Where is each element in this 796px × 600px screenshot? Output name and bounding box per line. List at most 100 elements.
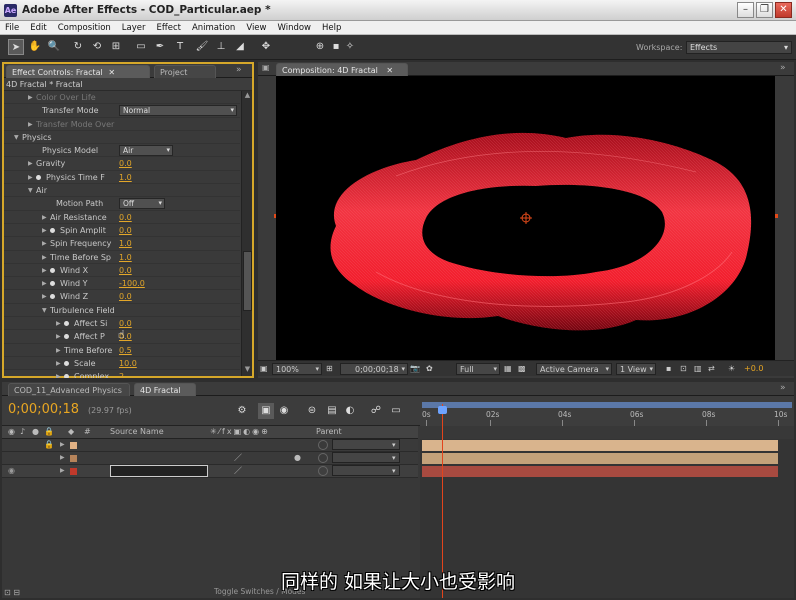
pick-whip-icon[interactable] — [318, 466, 328, 476]
graph-editor-icon[interactable]: ☍ — [368, 403, 384, 419]
property-row[interactable]: ▶ Wind X 0.0 — [4, 264, 240, 278]
pan-behind-tool-icon[interactable]: ⊞ — [108, 39, 124, 55]
property-dropdown[interactable]: Normal — [119, 105, 237, 117]
property-row[interactable]: ▶ Transfer Mode Over — [4, 118, 240, 131]
selection-tool-icon[interactable]: ➤ — [8, 39, 24, 55]
disclosure-closed-icon[interactable]: ▶ — [28, 91, 33, 104]
stopwatch-icon[interactable] — [64, 360, 69, 366]
property-value[interactable]: 0.5 — [119, 344, 132, 357]
menu-item-view[interactable]: View — [246, 21, 266, 34]
property-row[interactable]: Motion Path Off — [4, 197, 240, 211]
parent-select[interactable] — [332, 452, 400, 463]
property-value[interactable]: 0.0 — [119, 264, 132, 277]
disclosure-closed-icon[interactable]: ▶ — [60, 452, 65, 464]
work-area-bar[interactable] — [422, 402, 792, 408]
quality-switch-icon[interactable]: ／ — [234, 465, 242, 477]
stopwatch-icon[interactable] — [50, 294, 55, 300]
view-layout-select[interactable]: 1 View — [616, 363, 656, 375]
stopwatch-icon[interactable] — [64, 334, 69, 340]
layer-name[interactable] — [110, 439, 208, 451]
scroll-up-icon[interactable]: ▲ — [243, 91, 252, 101]
property-value[interactable]: 0.0 — [119, 224, 132, 237]
property-row[interactable]: Physics Model Air — [4, 144, 240, 158]
property-row[interactable]: ▶ Time Before 0.5 — [4, 344, 240, 357]
zoom-tool-icon[interactable]: 🔍 — [46, 39, 62, 55]
snapshot-icon[interactable]: 📷 — [410, 363, 422, 375]
disclosure-closed-icon[interactable]: ▶ — [60, 465, 65, 477]
lock-icon[interactable]: ▣ — [262, 63, 270, 72]
label-color-swatch[interactable] — [70, 442, 77, 449]
orbit-camera-tool-icon[interactable]: ⟲ — [89, 39, 105, 55]
property-row[interactable]: ▼ Air — [4, 184, 240, 198]
property-row[interactable]: ▶ Air Resistance 0.0 — [4, 211, 240, 224]
disclosure-closed-icon[interactable]: ▶ — [60, 439, 65, 451]
disclosure-closed-icon[interactable]: ▶ — [28, 171, 33, 184]
disclosure-closed-icon[interactable]: ▶ — [28, 118, 33, 131]
property-value[interactable]: 1.0 — [119, 237, 132, 250]
type-tool-icon[interactable]: T — [172, 39, 188, 55]
property-row[interactable]: ▶ Wind Y -100.0 — [4, 277, 240, 291]
puppet-tool-icon[interactable]: ✥ — [258, 39, 274, 55]
tab-project[interactable]: Project — [154, 65, 216, 78]
transparency-grid-icon[interactable]: ▩ — [518, 363, 530, 375]
rectangle-tool-icon[interactable]: ▭ — [133, 39, 149, 55]
stopwatch-icon[interactable] — [50, 227, 55, 233]
view-axis-icon[interactable]: ✧ — [342, 39, 358, 55]
region-of-interest-icon[interactable]: ▦ — [504, 363, 516, 375]
frame-blending-icon[interactable]: ▤ — [324, 403, 340, 419]
clone-stamp-tool-icon[interactable]: ⊥ — [213, 39, 229, 55]
minimize-button[interactable]: – — [737, 2, 754, 18]
fast-previews-icon[interactable]: ⊡ — [680, 363, 692, 375]
time-ruler[interactable]: 0s 02s 04s 06s 08s 10s — [420, 402, 794, 426]
anchor-point-icon[interactable] — [520, 212, 532, 224]
property-row[interactable]: ▼ Turbulence Field — [4, 304, 240, 318]
scroll-thumb[interactable] — [243, 251, 252, 311]
effect-controls-scrollbar[interactable]: ▲ ▼ — [241, 91, 252, 376]
tab-composition[interactable]: Composition: 4D Fractal ✕ — [276, 63, 408, 76]
layer-duration-bar[interactable] — [422, 440, 778, 451]
layer-name[interactable] — [110, 452, 208, 464]
stopwatch-icon[interactable] — [64, 374, 69, 378]
layer-duration-bar[interactable] — [422, 466, 778, 477]
property-row[interactable]: ▼ Physics — [4, 131, 240, 145]
parent-select[interactable] — [332, 465, 400, 476]
brainstorm-icon[interactable]: ▭ — [388, 403, 404, 419]
source-name-header[interactable]: Source Name — [110, 426, 164, 438]
disclosure-closed-icon[interactable]: ▶ — [56, 344, 61, 357]
menu-item-composition[interactable]: Composition — [58, 21, 111, 34]
current-time-display[interactable]: 0;00;00;18 — [340, 363, 408, 375]
stopwatch-icon[interactable] — [50, 281, 55, 287]
label-color-swatch[interactable] — [70, 455, 77, 462]
property-row[interactable]: ▶ Physics Time F 1.0 — [4, 171, 240, 185]
rotate-tool-icon[interactable]: ↻ — [70, 39, 86, 55]
property-row[interactable]: ▶ Wind Z 0.0 — [4, 290, 240, 304]
timeline-icon[interactable]: ▥ — [694, 363, 706, 375]
disclosure-open-icon[interactable]: ▼ — [28, 184, 33, 197]
current-time-handle[interactable] — [438, 406, 447, 414]
property-row[interactable]: ▶ Scale 10.0 — [4, 357, 240, 371]
pen-tool-icon[interactable]: ✒ — [152, 39, 168, 55]
property-row[interactable]: ▶ Complex 2 — [4, 370, 240, 378]
flowchart-icon[interactable]: ⇄ — [708, 363, 720, 375]
panel-menu-icon[interactable]: » — [780, 63, 786, 73]
property-value[interactable]: -100.0 — [119, 277, 145, 290]
property-value[interactable]: 0.0 — [119, 157, 132, 170]
axis-mode-icon[interactable]: ⊕ — [312, 39, 328, 55]
parent-select[interactable] — [332, 439, 400, 450]
disclosure-closed-icon[interactable]: ▶ — [56, 370, 61, 378]
property-dropdown[interactable]: Off — [119, 198, 165, 210]
property-row[interactable]: Transfer Mode Normal — [4, 104, 240, 118]
disclosure-closed-icon[interactable]: ▶ — [28, 157, 33, 170]
menu-item-layer[interactable]: Layer — [122, 21, 146, 34]
menu-item-window[interactable]: Window — [277, 21, 311, 34]
disclosure-closed-icon[interactable]: ▶ — [42, 277, 47, 290]
search-icon[interactable]: ⚙ — [234, 403, 250, 419]
panel-menu-icon[interactable]: » — [780, 383, 786, 393]
close-icon[interactable]: ✕ — [386, 66, 393, 75]
brush-tool-icon[interactable]: 🖌 — [194, 39, 210, 55]
close-button[interactable]: ✕ — [775, 2, 792, 18]
menu-item-effect[interactable]: Effect — [157, 21, 181, 34]
quality-switch-icon[interactable]: ／ — [234, 452, 242, 464]
property-row[interactable]: ▶ Spin Frequency 1.0 — [4, 237, 240, 251]
magnification-select[interactable]: 100% — [272, 363, 322, 375]
